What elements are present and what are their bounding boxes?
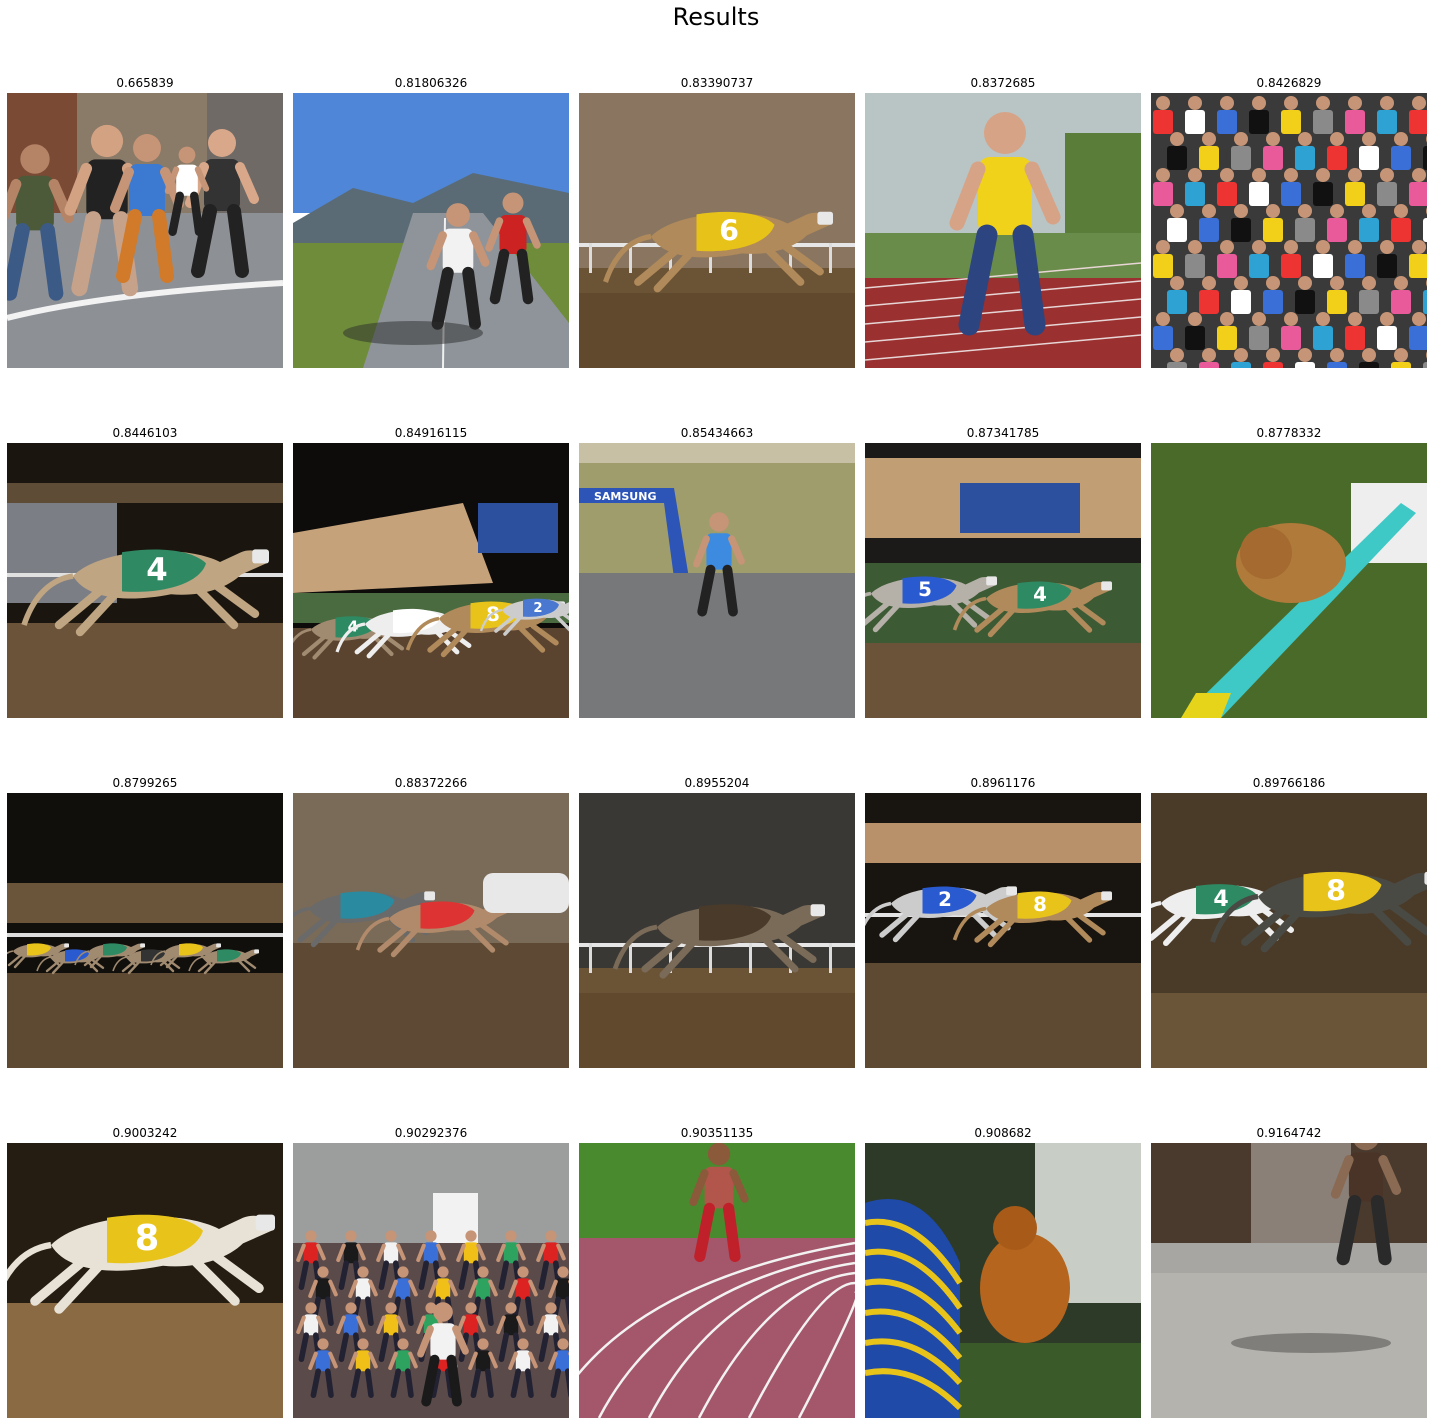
svg-text:4: 4 (1033, 583, 1047, 606)
result-cell: 0.8446103 4 (7, 423, 283, 718)
result-cell: 0.8961176 2 8 (865, 773, 1141, 1068)
result-cell: 0.81806326 (293, 73, 569, 368)
result-cell: 0.8372685 (865, 73, 1141, 368)
result-score: 0.81806326 (394, 76, 468, 90)
result-photo-road-race-arch: SAMSUNG (579, 443, 855, 718)
result-cell: 0.84916115 4 3 8 2 (293, 423, 569, 718)
result-score: 0.8961176 (970, 776, 1036, 790)
result-cell: 0.8778332 (1151, 423, 1427, 718)
result-image (579, 1143, 855, 1418)
result-score: 0.8446103 (112, 426, 178, 440)
result-score: 0.89766186 (1252, 776, 1326, 790)
svg-text:8: 8 (1326, 873, 1346, 907)
result-score: 0.90351135 (680, 1126, 754, 1140)
result-image: 54 (865, 443, 1141, 718)
result-cell: 0.90292376 (293, 1123, 569, 1418)
result-score: 0.90292376 (394, 1126, 468, 1140)
result-score: 0.88372266 (394, 776, 468, 790)
svg-text:6: 6 (719, 213, 739, 247)
result-image (293, 93, 569, 368)
result-photo-runner-path (1151, 1143, 1427, 1418)
svg-text:4: 4 (146, 552, 167, 588)
result-score: 0.8778332 (1256, 426, 1322, 440)
result-cell: 0.88372266 (293, 773, 569, 1068)
result-image (7, 93, 283, 368)
figure-title: Results (672, 3, 760, 31)
result-image (1151, 1143, 1427, 1418)
result-photo-greyhound-pack-night: 4382 (293, 443, 569, 718)
result-photo-agility-dog-ramp (1151, 443, 1427, 718)
svg-text:4: 4 (1213, 887, 1228, 912)
result-photo-greyhound-6-track: 6 (579, 93, 855, 368)
result-score: 0.908682 (974, 1126, 1032, 1140)
result-score: 0.9164742 (1256, 1126, 1322, 1140)
result-image: 6 (579, 93, 855, 368)
result-score: 0.83390737 (680, 76, 754, 90)
result-cell: 0.9164742 (1151, 1123, 1427, 1418)
result-cell: 0.908682 (865, 1123, 1141, 1418)
result-photo-sprinter-track (579, 1143, 855, 1418)
result-image: 4382 (293, 443, 569, 718)
result-image (293, 1143, 569, 1418)
svg-text:SAMSUNG: SAMSUNG (594, 490, 656, 503)
result-photo-street-race-runners (7, 93, 283, 368)
svg-text:5: 5 (918, 578, 932, 601)
result-image: 28 (865, 793, 1141, 1068)
result-photo-girl-running-track (865, 93, 1141, 368)
result-photo-kids-fun-run (293, 1143, 569, 1418)
result-score: 0.84916115 (394, 426, 468, 440)
result-image: 48 (1151, 793, 1427, 1068)
result-cell: 0.83390737 6 (579, 73, 855, 368)
result-image (1151, 93, 1427, 368)
result-cell: 0.8799265 (7, 773, 283, 1068)
result-score: 0.8799265 (112, 776, 178, 790)
result-photo-mountain-road-runners (293, 93, 569, 368)
result-cell: 0.87341785 5 4 (865, 423, 1141, 718)
result-score: 0.8426829 (1256, 76, 1322, 90)
result-score: 0.8955204 (684, 776, 750, 790)
result-score: 0.87341785 (966, 426, 1040, 440)
result-score: 0.9003242 (112, 1126, 178, 1140)
result-cell: 0.89766186 4 8 (1151, 773, 1427, 1068)
result-image (579, 793, 855, 1068)
svg-text:2: 2 (938, 888, 952, 911)
result-image (1151, 443, 1427, 718)
result-photo-greyhounds-closeup (293, 793, 569, 1068)
result-image: SAMSUNG (579, 443, 855, 718)
svg-text:8: 8 (135, 1218, 159, 1259)
svg-text:2: 2 (533, 601, 542, 616)
result-image: 8 (7, 1143, 283, 1418)
result-score: 0.85434663 (680, 426, 754, 440)
result-photo-marathon-crowd (1151, 93, 1427, 368)
result-cell: 0.9003242 8 (7, 1123, 283, 1418)
result-photo-greyhounds-5-4: 54 (865, 443, 1141, 718)
result-photo-greyhounds-2-8: 28 (865, 793, 1141, 1068)
result-cell: 0.665839 (7, 73, 283, 368)
result-photo-greyhounds-4-8: 48 (1151, 793, 1427, 1068)
result-cell: 0.8955204 (579, 773, 855, 1068)
result-image (293, 793, 569, 1068)
result-image (865, 1143, 1141, 1418)
result-photo-greyhound-4-night: 4 (7, 443, 283, 718)
result-cell: 0.8426829 (1151, 73, 1427, 368)
result-image (865, 93, 1141, 368)
result-photo-greyhound-pack-far (7, 793, 283, 1068)
result-cell: 0.85434663 SAMSUNG (579, 423, 855, 718)
result-photo-greyhound-single (579, 793, 855, 1068)
result-cell: 0.90351135 (579, 1123, 855, 1418)
result-photo-golden-retriever-agility (865, 1143, 1141, 1418)
svg-text:8: 8 (1033, 893, 1047, 916)
result-photo-greyhound-8: 8 (7, 1143, 283, 1418)
result-image: 4 (7, 443, 283, 718)
result-score: 0.8372685 (970, 76, 1036, 90)
result-score: 0.665839 (116, 76, 174, 90)
result-image (7, 793, 283, 1068)
